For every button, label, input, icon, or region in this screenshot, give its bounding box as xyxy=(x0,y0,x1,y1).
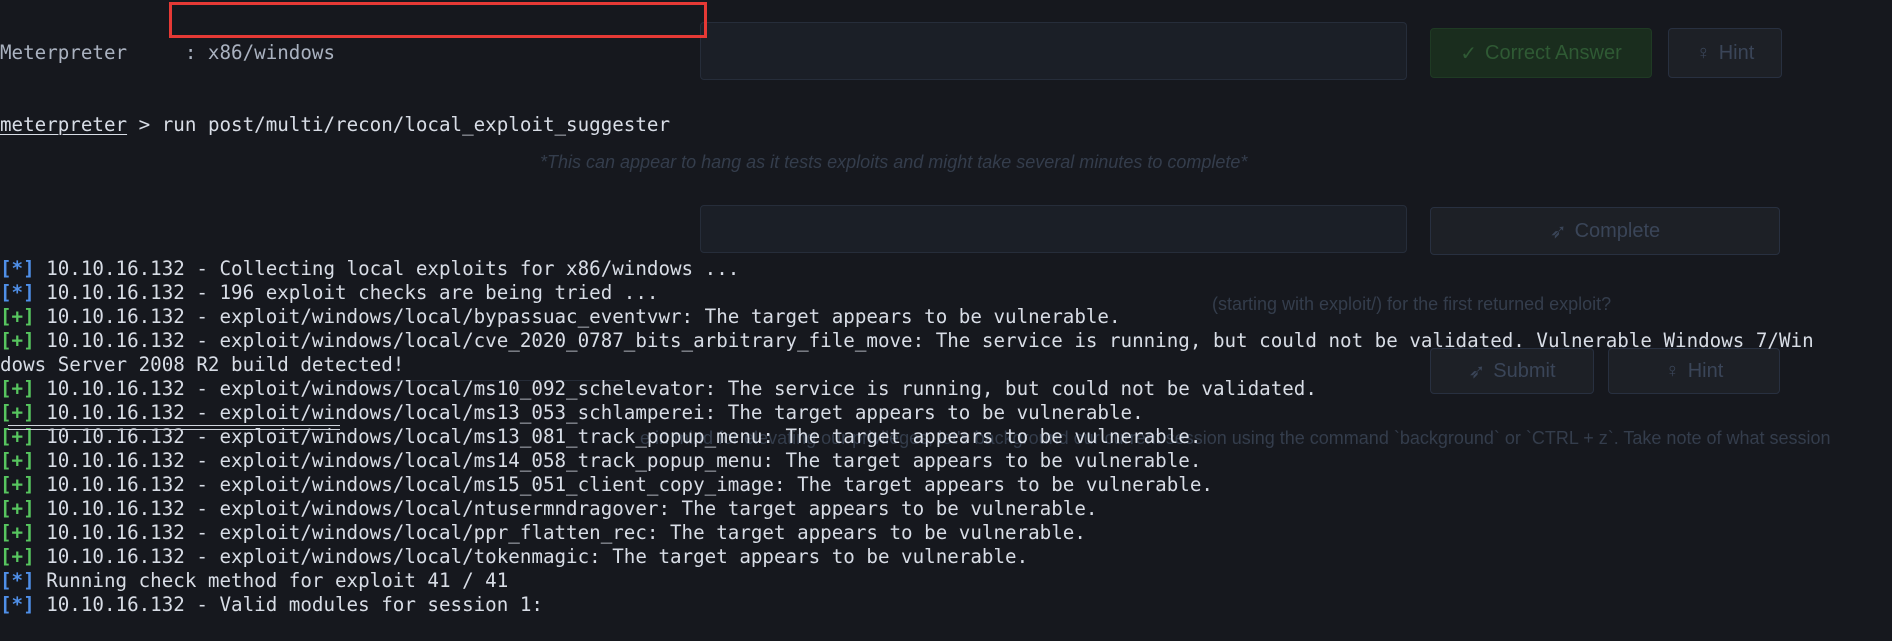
status-success-tag: [+] xyxy=(0,473,35,496)
status-success-tag: [+] xyxy=(0,305,35,328)
terminal-output-line: [+] 10.10.16.132 - exploit/windows/local… xyxy=(0,521,1892,545)
terminal-output-line: dows Server 2008 R2 build detected! xyxy=(0,353,1892,377)
terminal-output-line: [*] 10.10.16.132 - 196 exploit checks ar… xyxy=(0,281,1892,305)
status-info-tag: [*] xyxy=(0,281,35,304)
status-success-tag: [+] xyxy=(0,545,35,568)
output-text: dows Server 2008 R2 build detected! xyxy=(0,353,405,376)
status-success-tag: [+] xyxy=(0,401,35,424)
separator-rule-1 xyxy=(8,425,340,426)
terminal-output-line: [+] 10.10.16.132 - exploit/windows/local… xyxy=(0,449,1892,473)
output-lines: [*] 10.10.16.132 - Collecting local expl… xyxy=(0,257,1892,617)
terminal-output-line: [+] 10.10.16.132 - exploit/windows/local… xyxy=(0,401,1892,425)
output-text: 10.10.16.132 - 196 exploit checks are be… xyxy=(34,281,659,304)
terminal-output-line: [+] 10.10.16.132 - exploit/windows/local… xyxy=(0,329,1892,353)
terminal-output-line: [+] 10.10.16.132 - exploit/windows/local… xyxy=(0,305,1892,329)
command-highlight-box xyxy=(169,2,707,38)
output-text: 10.10.16.132 - exploit/windows/local/ntu… xyxy=(34,497,1098,520)
output-text: Running check method for exploit 41 / 41 xyxy=(34,569,509,592)
status-info-tag: [*] xyxy=(0,257,35,280)
status-info-tag: [*] xyxy=(0,593,35,616)
terminal-output-line: [*] 10.10.16.132 - Collecting local expl… xyxy=(0,257,1892,281)
status-success-tag: [+] xyxy=(0,377,35,400)
status-info-tag: [*] xyxy=(0,569,35,592)
output-text: 10.10.16.132 - Valid modules for session… xyxy=(34,593,543,616)
status-success-tag: [+] xyxy=(0,449,35,472)
terminal-prompt-line[interactable]: meterpreter > run post/multi/recon/local… xyxy=(0,113,1892,137)
terminal-output-line: [+] 10.10.16.132 - exploit/windows/local… xyxy=(0,473,1892,497)
terminal-output-line: [*] 10.10.16.132 - Valid modules for ses… xyxy=(0,593,1892,617)
output-text: 10.10.16.132 - exploit/windows/local/ms1… xyxy=(34,473,1213,496)
status-success-tag: [+] xyxy=(0,521,35,544)
terminal-output-line: [+] 10.10.16.132 - exploit/windows/local… xyxy=(0,497,1892,521)
terminal-output: Meterpreter : x86/windows meterpreter > … xyxy=(0,0,1892,641)
separator-rule-2 xyxy=(8,429,340,430)
terminal-cutoff-line: Meterpreter : x86/windows xyxy=(0,41,336,64)
terminal-output-line: [+] 10.10.16.132 - exploit/windows/local… xyxy=(0,377,1892,401)
terminal-output-line: [*] Running check method for exploit 41 … xyxy=(0,569,1892,593)
output-text: 10.10.16.132 - exploit/windows/local/ms1… xyxy=(34,401,1144,424)
status-success-tag: [+] xyxy=(0,329,35,352)
meterpreter-prompt: meterpreter xyxy=(0,113,128,136)
output-text: 10.10.16.132 - exploit/windows/local/ms1… xyxy=(34,377,1317,400)
terminal-output-line: [+] 10.10.16.132 - exploit/windows/local… xyxy=(0,545,1892,569)
output-text: 10.10.16.132 - Collecting local exploits… xyxy=(34,257,740,280)
status-success-tag: [+] xyxy=(0,497,35,520)
output-text: 10.10.16.132 - exploit/windows/local/ms1… xyxy=(34,449,1202,472)
output-text: 10.10.16.132 - exploit/windows/local/cve… xyxy=(34,329,1814,352)
command-text: run post/multi/recon/local_exploit_sugge… xyxy=(161,113,671,136)
prompt-separator: > xyxy=(127,113,162,136)
output-text: 10.10.16.132 - exploit/windows/local/ppr… xyxy=(34,521,1086,544)
output-text: 10.10.16.132 - exploit/windows/local/byp… xyxy=(34,305,1121,328)
output-text: 10.10.16.132 - exploit/windows/local/tok… xyxy=(34,545,1029,568)
